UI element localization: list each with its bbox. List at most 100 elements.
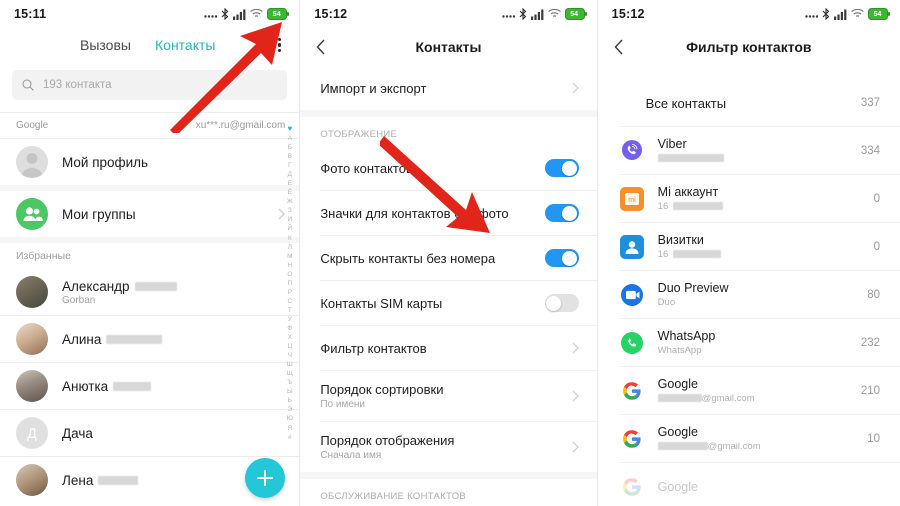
panel-contacts-settings: 15:12 54 Контакты Импорт и экспорт ОТОБР… — [300, 0, 597, 506]
account-header: Google xu***.ru@gmail.com — [0, 112, 300, 138]
item-count: 80 — [867, 288, 880, 301]
item-label: Фильтр контактов — [320, 340, 427, 356]
filter-item-duo-preview[interactable]: Duo Preview Duo 80 — [598, 271, 900, 318]
item-count: 337 — [860, 97, 880, 109]
contact-name: Александр — [62, 279, 177, 294]
page-title: Фильтр контактов — [686, 39, 812, 55]
row-my-profile[interactable]: Мой профиль — [0, 139, 299, 185]
account-name: Viber — [657, 137, 687, 151]
row-my-groups[interactable]: Мои группы — [0, 191, 299, 237]
list-item[interactable]: Александр Gorban — [0, 269, 299, 315]
google-icon — [620, 475, 644, 499]
row-label: Мой профиль — [62, 154, 149, 170]
filter-item-all-contacts[interactable]: Все контакты 337 — [598, 80, 900, 126]
item-count: 10 — [867, 432, 880, 445]
battery-icon: 54 — [868, 8, 890, 20]
whatsapp-icon — [620, 331, 644, 355]
settings-item-contact-photos[interactable]: Фото контактов — [300, 146, 596, 190]
tab-bar: Вызовы Контакты — [0, 28, 299, 62]
filter-item-mi-account[interactable]: mi Mi аккаунт 16 0 — [598, 175, 900, 222]
list-item[interactable]: Анютка — [0, 363, 299, 409]
chevron-right-icon — [572, 441, 579, 453]
account-sub: @gmail.com — [657, 393, 755, 404]
signal-dots-icon — [805, 15, 818, 18]
item-label: Порядок сортировки — [320, 382, 444, 397]
status-icons: 54 — [805, 8, 890, 20]
account-name: Duo Preview — [657, 281, 729, 295]
contact-name: Лена — [62, 473, 139, 488]
account-name: Визитки — [657, 233, 704, 247]
battery-icon: 54 — [564, 8, 587, 20]
item-count: 210 — [860, 384, 880, 397]
bluetooth-icon — [519, 8, 526, 20]
settings-item-hide-no-number[interactable]: Скрыть контакты без номера — [300, 236, 596, 280]
settings-item-import-export[interactable]: Импорт и экспорт — [300, 66, 596, 110]
settings-item-icons-no-photo[interactable]: Значки для контактов без фото — [300, 191, 596, 235]
item-sublabel: Сначала имя — [320, 450, 382, 461]
search-icon — [22, 79, 34, 91]
avatar: Д — [16, 417, 48, 449]
section-header-service: ОБСЛУЖИВАНИЕ КОНТАКТОВ — [320, 491, 467, 502]
account-provider: Google — [16, 120, 49, 131]
settings-item-sort-order[interactable]: Порядок сортировки По имени — [300, 371, 596, 421]
item-count: 334 — [860, 144, 880, 157]
back-icon[interactable] — [316, 39, 325, 55]
filter-item-google-2[interactable]: Google @gmail.com 10 — [598, 415, 900, 462]
divider — [300, 472, 597, 479]
bluetooth-icon — [822, 8, 830, 20]
battery-percent: 54 — [272, 10, 281, 18]
item-label: Фото контактов — [320, 160, 413, 176]
signal-dots-icon — [204, 15, 218, 18]
account-sub: 16 — [658, 201, 724, 212]
contact-name: Дача — [62, 425, 93, 441]
app-bar-settings: Контакты — [300, 28, 596, 66]
account-name: Google — [657, 425, 698, 439]
status-clock: 15:12 — [611, 7, 645, 21]
wifi-icon — [851, 9, 864, 17]
app-bar-filter: Фильтр контактов — [598, 28, 900, 66]
search-placeholder: 193 контакта — [43, 79, 112, 91]
avatar — [16, 276, 48, 308]
item-label: Контакты SIM карты — [320, 295, 443, 311]
bluetooth-icon — [221, 8, 229, 20]
search-input[interactable]: 193 контакта — [12, 70, 288, 100]
cellular-signal-icon — [233, 9, 246, 20]
toggle-hide-no-number[interactable] — [544, 249, 579, 267]
account-name: Mi аккаунт — [657, 185, 719, 199]
settings-item-display-order[interactable]: Порядок отображения Сначала имя — [300, 422, 596, 472]
status-bar-panel3: 15:12 54 — [598, 0, 900, 28]
toggle-icons-no-photo[interactable] — [544, 204, 579, 222]
tab-calls[interactable]: Вызовы — [80, 37, 131, 53]
account-sub: WhatsApp — [657, 345, 702, 356]
signal-dots-icon — [501, 15, 515, 18]
settings-item-sim-contacts[interactable]: Контакты SIM карты — [300, 281, 596, 325]
favorites-section-label: Избранные — [16, 250, 71, 262]
filter-item-whatsapp[interactable]: WhatsApp WhatsApp 232 — [598, 319, 900, 366]
contact-name: Анютка — [62, 379, 152, 394]
alpha-index-star[interactable]: ♥ — [287, 124, 292, 134]
back-icon[interactable] — [614, 39, 623, 55]
kebab-menu-icon[interactable] — [278, 37, 282, 53]
item-sublabel: По имени — [320, 399, 365, 410]
filter-item-viber[interactable]: Viber 334 — [598, 127, 900, 174]
toggle-contact-photos[interactable] — [544, 159, 579, 177]
list-item[interactable]: Д Дача — [0, 410, 299, 456]
alphabet-index[interactable]: ♥ АБВ ГДЕ ЁЖЗ ИЙК ЛМН ОПР СТУ ФХЦ ЧШЩ ЪЫ… — [283, 124, 296, 442]
chevron-right-icon — [572, 342, 579, 354]
item-label: Значки для контактов без фото — [320, 205, 509, 221]
toggle-sim-contacts[interactable] — [544, 294, 579, 312]
filter-item-business-cards[interactable]: Визитки 16 0 — [598, 223, 900, 270]
contact-name: Алина — [62, 332, 163, 347]
account-sub — [657, 153, 724, 164]
item-label: Порядок отображения — [320, 433, 455, 448]
row-label: Мои группы — [62, 206, 136, 222]
settings-item-contact-filter[interactable]: Фильтр контактов — [300, 326, 596, 370]
wifi-icon — [547, 9, 561, 17]
avatar — [16, 146, 48, 178]
status-clock: 15:12 — [314, 7, 348, 21]
filter-item-google-1[interactable]: Google @gmail.com 210 — [598, 367, 900, 414]
tab-contacts[interactable]: Контакты — [155, 37, 215, 53]
filter-item-google-3-partial[interactable]: Google — [598, 463, 900, 506]
account-sub: Duo — [657, 297, 676, 308]
list-item[interactable]: Алина — [0, 316, 299, 362]
